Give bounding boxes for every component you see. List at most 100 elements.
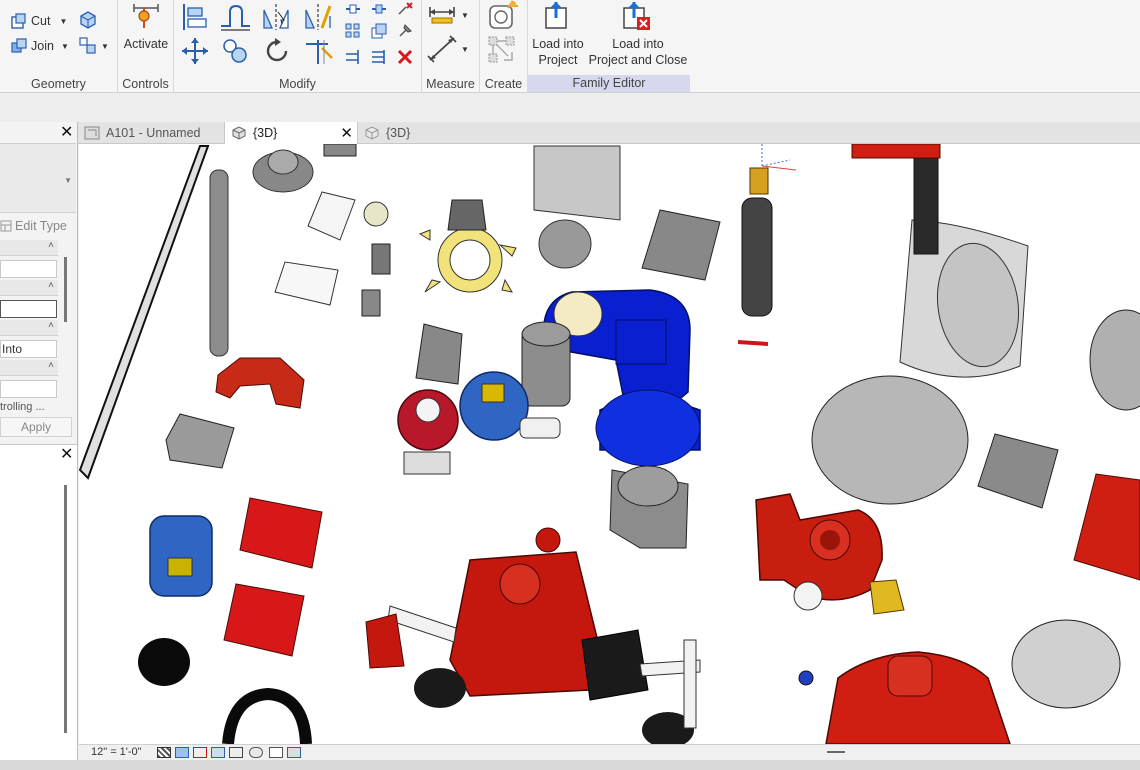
properties-group-header[interactable]: ˄: [0, 360, 58, 376]
create-group-icon[interactable]: [486, 34, 520, 66]
controls-panel-label: Controls: [122, 77, 169, 91]
yellow-ring-hole: [449, 239, 491, 281]
mirror-draw-axis-icon[interactable]: [302, 2, 334, 32]
crop-view-icon[interactable]: [229, 747, 243, 758]
join-icon: [11, 38, 27, 53]
red-flange-top: [887, 655, 933, 697]
shadows-icon[interactable]: [211, 747, 225, 758]
status-divider: [827, 751, 845, 753]
view-tab-3d-active[interactable]: {3D} ✕: [224, 122, 358, 144]
view-tab-a101[interactable]: A101 - Unnamed: [78, 122, 224, 144]
join-button[interactable]: Join ▼: [10, 37, 69, 55]
measure-between-button[interactable]: ▼: [426, 4, 469, 26]
unpin-icon[interactable]: [396, 0, 414, 18]
apply-button[interactable]: Apply: [0, 417, 72, 437]
view-control-bar: 12" = 1'-0": [79, 744, 1140, 760]
measure-along-dropdown-icon[interactable]: ▼: [461, 45, 469, 54]
geometry-panel-label: Geometry: [31, 77, 86, 91]
properties-group-header[interactable]: ˄: [0, 320, 58, 336]
view-tab-3d[interactable]: {3D}: [358, 122, 438, 144]
apply-label: Apply: [20, 420, 52, 434]
controls-panel: Activate Controls: [118, 0, 174, 93]
measure-between-dropdown-icon[interactable]: ▼: [461, 11, 469, 20]
properties-field[interactable]: [0, 260, 57, 278]
reveal-hidden-icon[interactable]: [269, 747, 283, 758]
array-icon[interactable]: [344, 22, 362, 40]
project-browser-close-icon[interactable]: ✕: [60, 447, 73, 463]
visual-style-icon[interactable]: [175, 747, 189, 758]
pin-icon[interactable]: [396, 22, 414, 40]
3d-viewport[interactable]: [79, 144, 1140, 744]
activate-button[interactable]: Activate: [118, 36, 174, 52]
worksharing-icon[interactable]: [287, 747, 301, 758]
properties-group-header[interactable]: ˄: [0, 280, 58, 296]
properties-palette: ✕ ▼ Edit Type ˄ ˄ ˄ Into ˄ trolling ... …: [0, 122, 78, 770]
detail-level-icon[interactable]: [157, 747, 171, 758]
view-tab-label: {3D}: [386, 126, 411, 140]
view-tab-label: {3D}: [253, 126, 278, 140]
measure-panel: ▼ ▼ Measure: [422, 0, 480, 93]
split-element-icon[interactable]: [344, 0, 362, 18]
right-cylinder: [1089, 309, 1140, 411]
split-face-dropdown-icon[interactable]: ▼: [101, 42, 109, 51]
load-into-project-label: Load into Project: [532, 37, 584, 67]
3d-view-icon: [232, 126, 246, 140]
valve-handle: [737, 340, 769, 346]
red-clamp: [215, 357, 305, 409]
properties-group-header[interactable]: ˄: [0, 240, 58, 256]
type-selector-dropdown-icon[interactable]: ▼: [64, 176, 72, 185]
create-panel: Create: [480, 0, 528, 93]
properties-close-icon[interactable]: ✕: [60, 125, 73, 141]
cube-icon[interactable]: [78, 10, 98, 30]
copy-icon[interactable]: [220, 36, 250, 66]
sun-path-icon[interactable]: [193, 747, 207, 758]
load-into-project-close-button[interactable]: Load into Project and Close: [586, 36, 690, 68]
valve-column: [741, 197, 773, 317]
black-wheel: [414, 668, 466, 708]
view-tab-bar: A101 - Unnamed {3D} ✕ {3D}: [78, 122, 1140, 144]
offset-icon[interactable]: [218, 2, 252, 32]
trim-multiple-icon[interactable]: [370, 48, 388, 66]
align-icon[interactable]: [180, 2, 210, 32]
rotate-icon[interactable]: [262, 36, 292, 66]
cut-button[interactable]: Cut ▼: [10, 12, 67, 30]
properties-field-value[interactable]: Into: [0, 340, 57, 358]
type-selector[interactable]: ▼: [0, 143, 76, 213]
load-into-project-button[interactable]: Load into Project: [528, 36, 588, 68]
properties-field-truncated: trolling ...: [0, 401, 57, 413]
create-component-icon[interactable]: [486, 0, 520, 30]
family-editor-panel-label: Family Editor: [528, 75, 690, 92]
view-tab-label: A101 - Unnamed: [106, 126, 201, 140]
delete-icon[interactable]: [396, 48, 414, 66]
gray-plate-right: [977, 433, 1059, 509]
model-canvas[interactable]: [79, 144, 1140, 744]
mirror-pick-axis-icon[interactable]: [260, 2, 292, 32]
large-disk: [811, 375, 969, 505]
view-tab-close-icon[interactable]: ✕: [340, 124, 353, 142]
black-ring: [222, 687, 312, 744]
trim-icon[interactable]: [344, 48, 362, 66]
load-into-project-close-icon: [623, 2, 650, 30]
edit-type-button[interactable]: Edit Type: [0, 219, 67, 233]
measure-along-button[interactable]: ▼: [426, 34, 469, 64]
trim-extend-icon[interactable]: [302, 36, 334, 66]
properties-field-selected[interactable]: [0, 300, 57, 318]
blue-box-left: [149, 515, 213, 597]
join-dropdown-icon[interactable]: ▼: [61, 42, 69, 51]
properties-field[interactable]: [0, 380, 57, 398]
red-gearbox-cap: [499, 563, 541, 605]
scale-label[interactable]: 12" = 1'-0": [91, 746, 142, 758]
dark-fitting: [447, 199, 487, 231]
cut-dropdown-icon[interactable]: ▼: [59, 17, 67, 26]
split-face-button[interactable]: ▼: [78, 36, 109, 56]
project-browser-scrollbar[interactable]: [64, 485, 67, 733]
activate-icon[interactable]: [130, 2, 162, 32]
move-icon[interactable]: [180, 36, 210, 66]
modify-panel-label: Modify: [279, 77, 316, 91]
red-panel-top: [239, 497, 323, 569]
split-gap-icon[interactable]: [370, 0, 388, 18]
family-editor-panel: Load into Project Load into Project and …: [528, 0, 690, 93]
temporary-hide-icon[interactable]: [249, 747, 263, 758]
properties-scrollbar[interactable]: [64, 257, 67, 322]
scale-icon[interactable]: [370, 22, 388, 40]
